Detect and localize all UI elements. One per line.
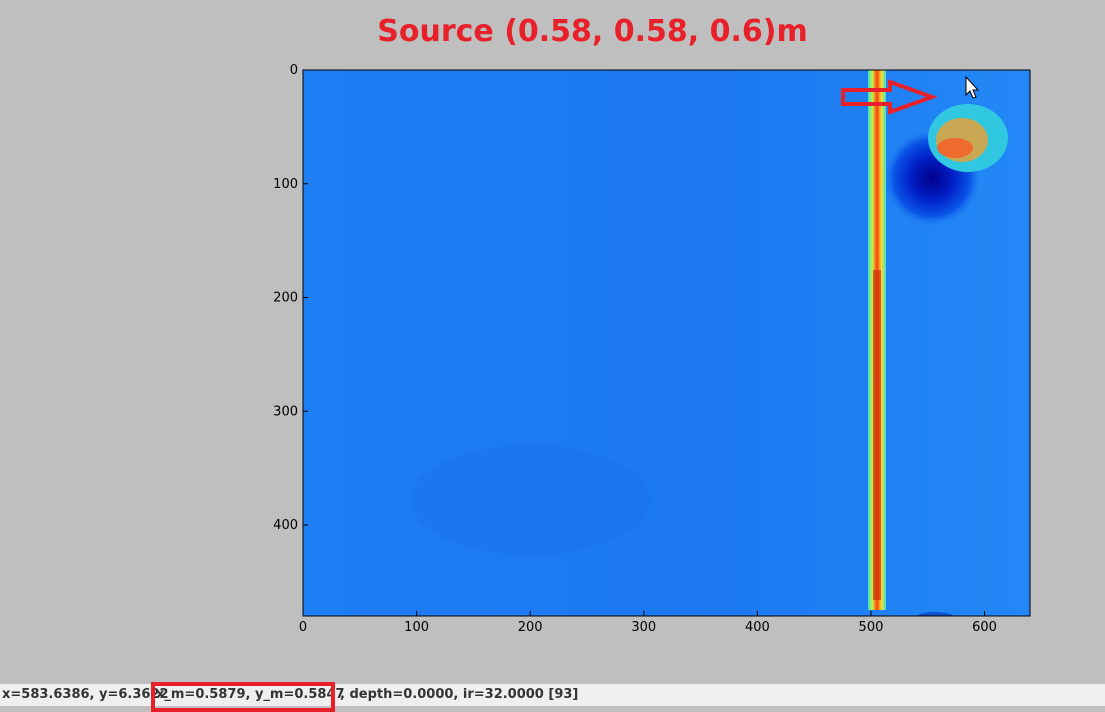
x-tick-label: 400 bbox=[745, 620, 770, 635]
metric-highlight-box bbox=[151, 682, 335, 712]
y-tick-label: 0 bbox=[290, 63, 298, 78]
status-extra: , depth=0.0000, ir=32.0000 [93] bbox=[340, 687, 579, 702]
bottom-smudge bbox=[916, 612, 954, 616]
x-tick-label: 0 bbox=[299, 620, 307, 635]
y-tick-label: 400 bbox=[273, 518, 298, 533]
x-tick-label: 100 bbox=[404, 620, 429, 635]
x-tick-label: 600 bbox=[972, 620, 997, 635]
depth-image-plot[interactable]: 0 100 200 300 400 500 600 0 100 200 300 400 bbox=[0, 0, 1105, 684]
floor-shadow bbox=[410, 445, 650, 555]
status-coords: x=583.6386, y=6.3622 bbox=[2, 687, 169, 702]
vertical-stripe-core bbox=[873, 270, 881, 600]
x-tick-label: 500 bbox=[859, 620, 884, 635]
x-tick-label: 300 bbox=[631, 620, 656, 635]
y-tick-label: 200 bbox=[273, 291, 298, 306]
x-tick-label: 200 bbox=[518, 620, 543, 635]
y-tick-label: 300 bbox=[273, 404, 298, 419]
y-tick-label: 100 bbox=[273, 177, 298, 192]
source-object-hot bbox=[937, 138, 973, 158]
